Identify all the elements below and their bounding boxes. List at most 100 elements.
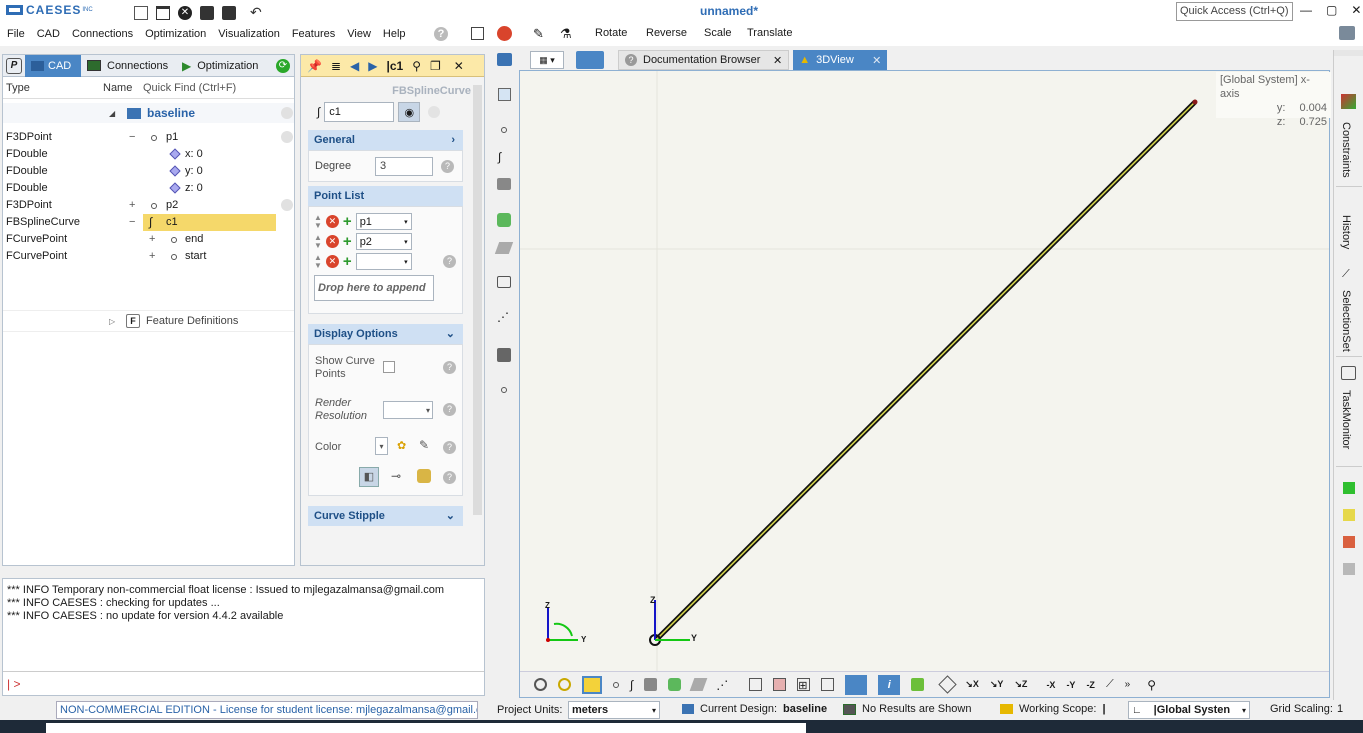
help-icon[interactable]: ?	[434, 27, 448, 41]
search-icon[interactable]: ⚲	[412, 59, 421, 73]
menu-cad[interactable]: CAD	[31, 22, 66, 46]
point-select[interactable]: p2 ▾	[355, 233, 412, 250]
iso-view-icon[interactable]	[938, 675, 957, 694]
detach-icon[interactable]	[471, 27, 484, 40]
tab-history[interactable]: History	[1340, 215, 1352, 249]
close-icon[interactable]: ✕	[1351, 3, 1361, 17]
tree-row[interactable]: FDouble x: 0	[3, 146, 294, 163]
surface-icon[interactable]	[497, 178, 511, 190]
filter-image-icon[interactable]	[668, 678, 682, 691]
curve-icon[interactable]: ∫	[498, 150, 501, 164]
section-display-options[interactable]: Display Options ⌄	[308, 324, 463, 344]
section-general[interactable]: General ›	[308, 130, 463, 150]
coordinate-system-icon[interactable]	[845, 674, 868, 695]
status-color-chip[interactable]	[1343, 482, 1355, 494]
degree-spinbox[interactable]: 3	[375, 156, 433, 176]
point-select[interactable]: p1 ▾	[355, 213, 412, 230]
quick-find-input[interactable]: Quick Find (Ctrl+F)	[143, 82, 236, 94]
reorder-handle-icon[interactable]: ▲ ▼	[314, 253, 322, 270]
filter-curve-icon[interactable]: ∫	[630, 678, 633, 692]
clip-icon[interactable]	[773, 678, 787, 691]
tree-row[interactable]: FDouble z: 0	[3, 180, 294, 197]
menu-file[interactable]: File	[1, 22, 31, 46]
view-neg-y-icon[interactable]: -Y	[1066, 680, 1075, 690]
visibility-icon[interactable]: ◉	[398, 102, 421, 122]
select-mode-icon[interactable]	[582, 675, 602, 694]
refresh-icon[interactable]: ⟳	[276, 58, 290, 73]
point-icon[interactable]	[501, 387, 507, 393]
flask-icon[interactable]: ⚗	[560, 26, 572, 42]
layout-select[interactable]: ▦ ▾	[530, 51, 564, 69]
tab-taskmonitor[interactable]: TaskMonitor	[1340, 390, 1352, 449]
forward-icon[interactable]: ▶	[368, 59, 377, 73]
select-icon[interactable]	[498, 88, 511, 101]
units-select[interactable]: meters ▾	[568, 701, 660, 719]
view-y-icon[interactable]: ↘Y	[990, 679, 1004, 690]
color-select[interactable]: ▾	[375, 437, 388, 455]
snap-icon[interactable]	[534, 678, 547, 691]
view-neg-z-icon[interactable]: -Z	[1086, 680, 1095, 690]
polyline-icon[interactable]: ⋰	[497, 310, 509, 324]
copy-icon[interactable]: ❐	[430, 59, 441, 73]
filter-surface-icon[interactable]	[644, 678, 658, 691]
expand-toggle[interactable]: −	[129, 129, 135, 146]
folder-tab-icon[interactable]	[576, 51, 604, 69]
tab-selectionset[interactable]: SelectionSet	[1340, 290, 1352, 352]
expand-toggle[interactable]: +	[149, 231, 155, 248]
texture-icon[interactable]	[417, 469, 431, 483]
edit-icon[interactable]: ✎	[533, 26, 544, 42]
point-select[interactable]: ▾	[355, 253, 412, 270]
expand-toggle[interactable]: +	[129, 197, 135, 214]
plane-icon[interactable]	[494, 242, 514, 254]
add-point-icon[interactable]: +	[343, 234, 352, 249]
menu-help[interactable]: Help	[377, 22, 412, 46]
show-curve-points-checkbox[interactable]	[383, 361, 395, 373]
view-z-icon[interactable]: ↘Z	[1014, 679, 1027, 690]
close-tab-icon[interactable]: ✕	[773, 54, 782, 67]
point-icon[interactable]	[501, 127, 507, 133]
menu-optimization[interactable]: Optimization	[139, 22, 212, 46]
drop-target[interactable]: Drop here to append	[314, 275, 434, 301]
design-value[interactable]: baseline	[783, 703, 827, 715]
parameter-icon[interactable]: P	[6, 57, 22, 74]
close-panel-icon[interactable]: ✕	[454, 59, 464, 73]
remove-point-icon[interactable]: ✕	[325, 235, 339, 248]
expand-toggle[interactable]: −	[129, 214, 135, 231]
reverse-button[interactable]: Reverse	[646, 27, 687, 39]
scope-value[interactable]: |	[1102, 703, 1105, 715]
help-icon[interactable]: ?	[443, 403, 456, 416]
reorder-handle-icon[interactable]: ▲ ▼	[314, 233, 322, 250]
name-input[interactable]: c1	[324, 102, 395, 122]
menu-features[interactable]: Features	[286, 22, 341, 46]
close-project-icon[interactable]: ✕	[178, 5, 192, 20]
expand-toggle[interactable]: +	[149, 248, 155, 265]
menu-visualization[interactable]: Visualization	[212, 22, 286, 46]
grid-icon[interactable]: ⊞	[797, 678, 811, 692]
lock-icon[interactable]	[911, 678, 925, 691]
maximize-icon[interactable]: ▢	[1326, 3, 1337, 17]
help-icon[interactable]: ?	[443, 255, 456, 268]
remove-point-icon[interactable]: ✕	[325, 215, 339, 228]
image-surface-icon[interactable]	[497, 213, 511, 227]
quick-access-input[interactable]: Quick Access (Ctrl+Q)	[1176, 2, 1293, 21]
workspace-icon[interactable]	[1339, 26, 1355, 40]
close-tab-icon[interactable]: ✕	[872, 54, 881, 67]
camera-icon[interactable]: ⟋	[1106, 678, 1114, 691]
reorder-handle-icon[interactable]: ▲ ▼	[314, 213, 322, 230]
stop-icon[interactable]	[497, 26, 512, 41]
tree-row-feature-definitions[interactable]: ▷ F Feature Definitions	[3, 310, 294, 332]
tab-3dview[interactable]: ▲ 3DView ✕	[793, 50, 888, 70]
list-icon[interactable]: ≣	[331, 59, 341, 73]
tab-documentation-browser[interactable]: ? Documentation Browser ✕	[618, 50, 790, 70]
collapse-arrow-icon[interactable]: ▷	[109, 313, 115, 330]
palette-icon[interactable]: ✿	[397, 439, 406, 452]
info-mode-icon[interactable]: i	[878, 674, 901, 695]
tab-connections[interactable]: Connections	[81, 55, 176, 77]
filter-point-icon[interactable]	[613, 681, 619, 688]
back-icon[interactable]: ◀	[350, 59, 359, 73]
help-icon[interactable]: ?	[443, 441, 456, 454]
add-point-icon[interactable]: +	[343, 214, 352, 229]
snap-grid-icon[interactable]	[558, 678, 571, 691]
tab-optimization[interactable]: ▶ Optimization	[176, 55, 272, 77]
scale-button[interactable]: Scale	[704, 27, 732, 39]
